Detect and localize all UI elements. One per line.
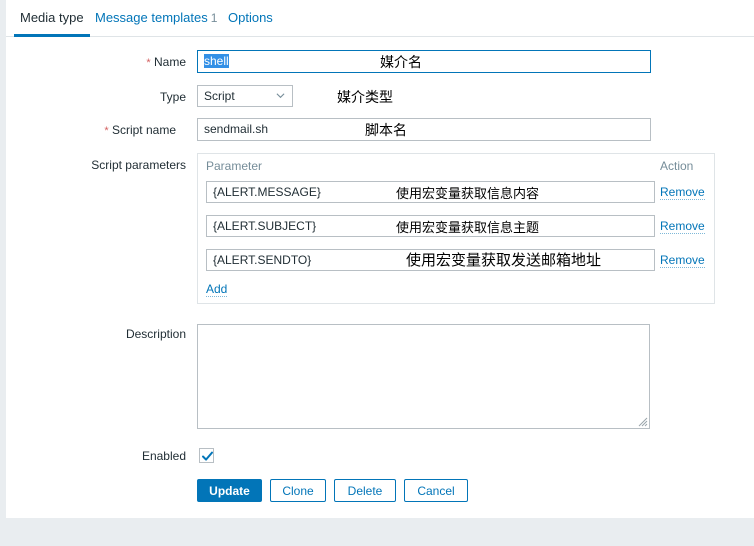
param-value: {ALERT.SENDTO} <box>213 253 312 267</box>
name-required-marker: * <box>146 57 151 69</box>
script-name-annotation: 脚本名 <box>365 123 407 139</box>
param-annotation-3: 使用宏变量获取发送邮箱地址 <box>406 251 602 269</box>
name-label-text: Name <box>153 55 186 69</box>
add-param-link[interactable]: Add <box>206 282 228 297</box>
update-button[interactable]: Update <box>197 479 262 502</box>
name-input[interactable]: shell <box>197 50 651 73</box>
description-textarea[interactable] <box>197 324 650 429</box>
check-icon <box>202 451 213 461</box>
params-column-parameter: Parameter <box>206 159 263 173</box>
type-label-text: Type <box>159 90 186 104</box>
enabled-label: Enabled <box>66 449 186 463</box>
remove-param-link[interactable]: Remove <box>660 185 705 200</box>
script-name-label: * Script name <box>56 123 176 137</box>
cancel-button[interactable]: Cancel <box>404 479 468 502</box>
type-annotation: 媒介类型 <box>337 90 393 106</box>
enabled-checkbox[interactable] <box>199 448 214 463</box>
param-annotation-1: 使用宏变量获取信息内容 <box>396 187 540 202</box>
chevron-down-icon <box>276 93 285 99</box>
tab-options-label: Options <box>228 10 273 25</box>
enabled-label-text: Enabled <box>141 449 186 463</box>
page-root: Media type Message templates 1 Options * … <box>0 0 754 546</box>
tab-options[interactable]: Options <box>222 0 279 36</box>
tab-bar: Media type Message templates 1 Options <box>6 0 754 37</box>
type-label: Type <box>66 90 186 104</box>
description-label: Description <box>66 327 186 341</box>
tab-media-type-label: Media type <box>20 10 84 25</box>
param-annotation-2: 使用宏变量获取信息主题 <box>396 221 540 236</box>
params-column-action: Action <box>660 159 694 173</box>
script-name-required-marker: * <box>104 125 109 137</box>
script-name-input[interactable]: sendmail.sh <box>197 118 651 141</box>
tab-media-type[interactable]: Media type <box>14 0 90 37</box>
param-value: {ALERT.MESSAGE} <box>213 185 321 199</box>
tab-message-templates-label: Message templates <box>95 10 208 25</box>
type-select[interactable]: Script <box>197 85 293 107</box>
type-select-value: Script <box>204 89 235 103</box>
remove-param-link[interactable]: Remove <box>660 219 705 234</box>
tab-message-templates[interactable]: Message templates 1 <box>89 0 223 36</box>
script-parameters-label: Script parameters <box>66 158 186 172</box>
remove-param-link[interactable]: Remove <box>660 253 705 268</box>
name-annotation: 媒介名 <box>380 55 422 71</box>
clone-button[interactable]: Clone <box>270 479 326 502</box>
script-parameters-label-text: Script parameters <box>91 158 186 172</box>
delete-button[interactable]: Delete <box>334 479 396 502</box>
name-input-value: shell <box>204 54 229 68</box>
name-label: * Name <box>66 55 186 69</box>
tab-message-templates-count: 1 <box>210 11 218 25</box>
description-label-text: Description <box>125 327 186 341</box>
script-name-label-text: Script name <box>111 123 176 137</box>
param-value: {ALERT.SUBJECT} <box>213 219 317 233</box>
script-name-input-value: sendmail.sh <box>204 122 269 136</box>
